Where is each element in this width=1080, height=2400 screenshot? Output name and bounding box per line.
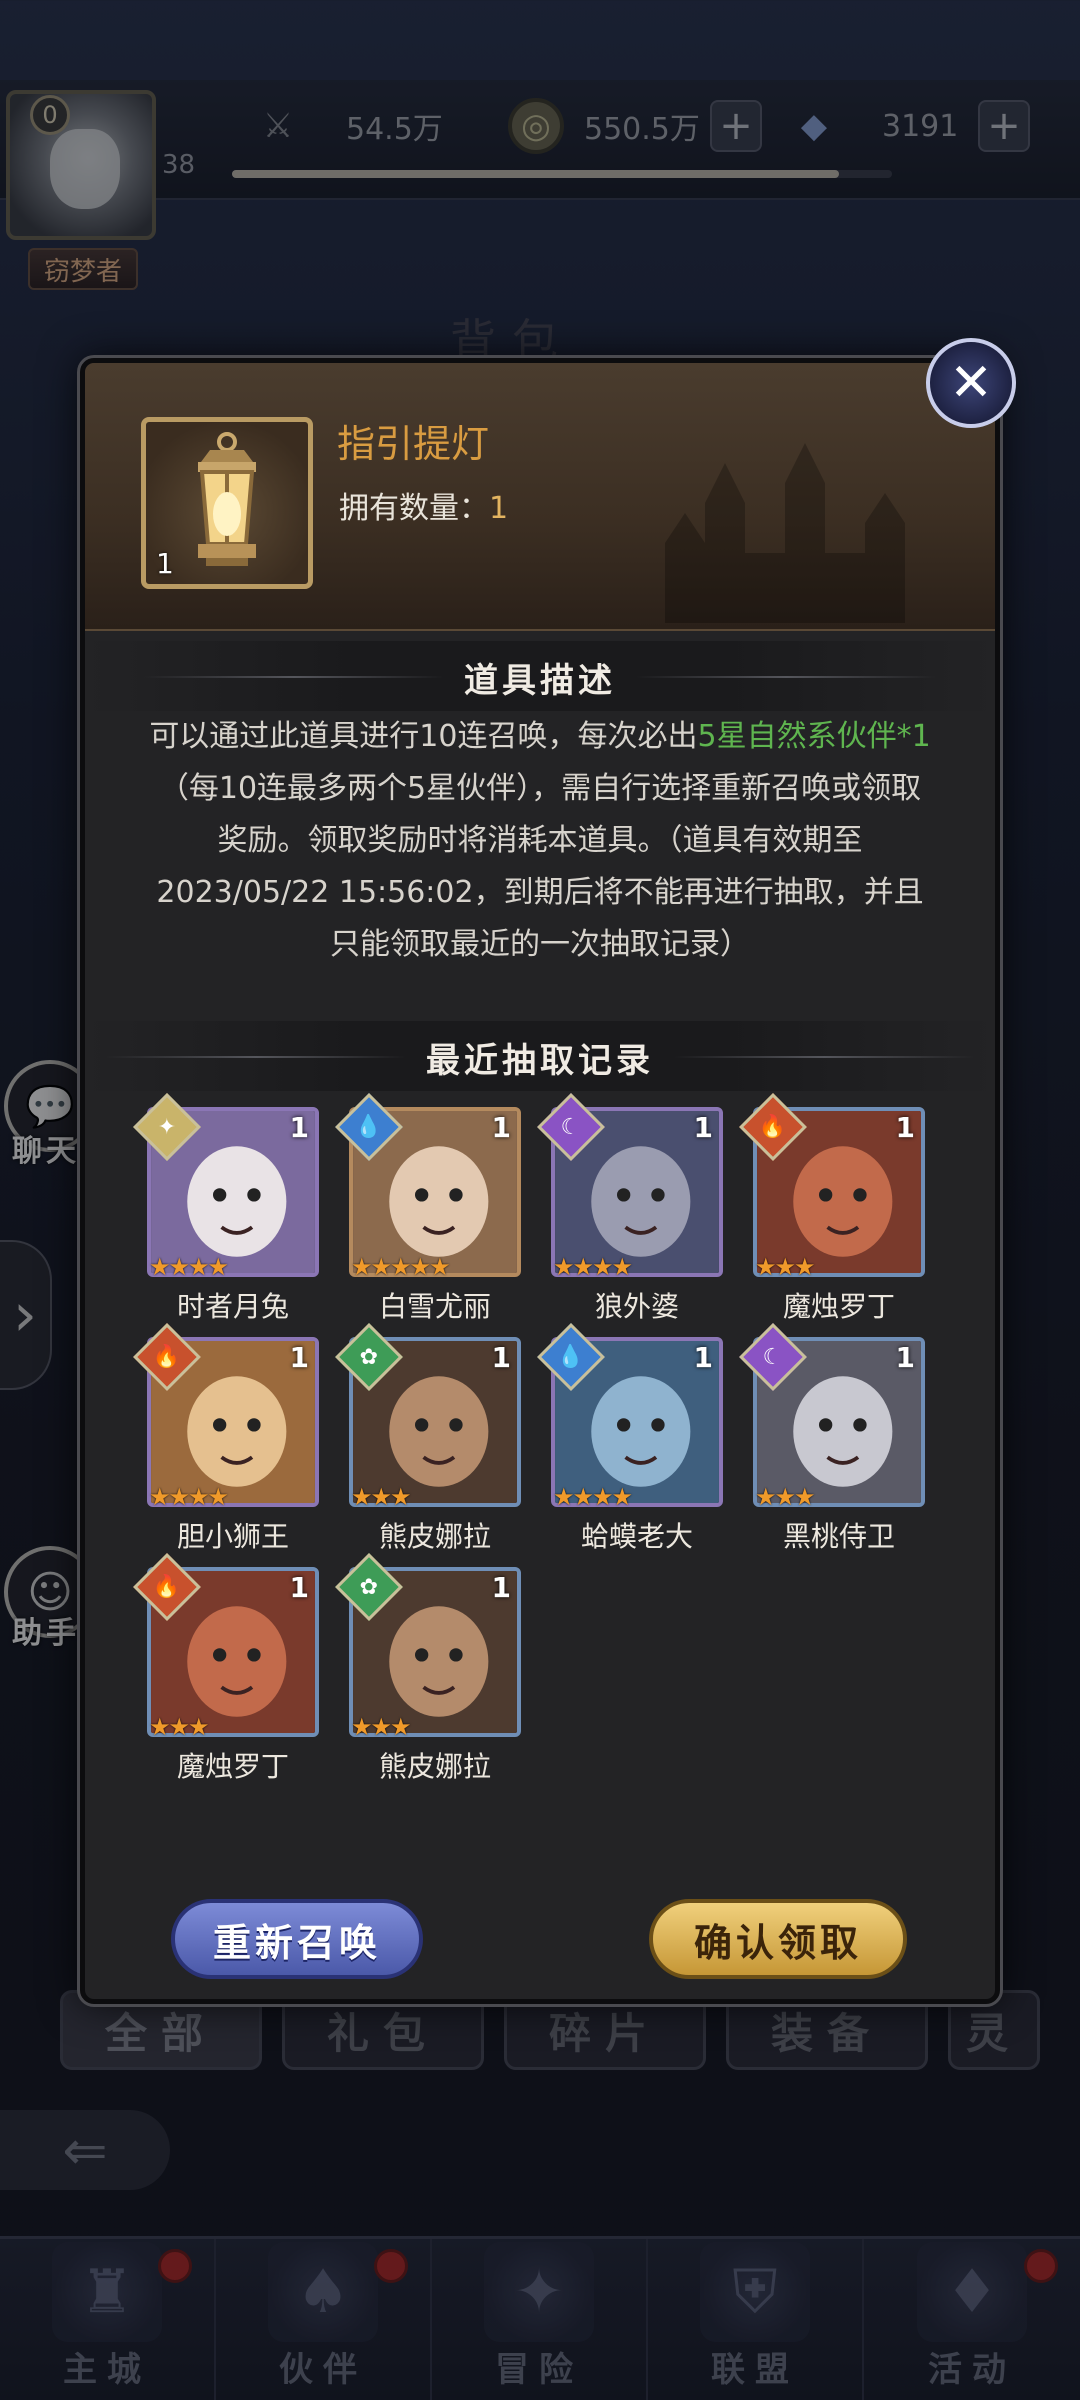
partner-name: 熊皮娜拉 (378, 1750, 491, 1783)
close-icon: ✕ (949, 353, 993, 413)
partner-card[interactable]: ✿ 1 ★★★ 熊皮娜拉 (335, 1323, 521, 1553)
partner-count: 1 (289, 1111, 309, 1144)
partner-name: 狼外婆 (594, 1290, 679, 1323)
partner-count: 1 (693, 1111, 713, 1144)
partner-count: 1 (491, 1341, 511, 1374)
item-description: 可以通过此道具进行10连召唤，每次必出5星自然系伙伴*1 （每10连最多两个5星伙… (145, 711, 935, 971)
star-rating: ★★★★★ (351, 1253, 451, 1281)
confirm-claim-button[interactable]: 确认领取 (649, 1899, 907, 1979)
partner-count: 1 (491, 1111, 511, 1144)
item-stack-count: 1 (156, 547, 174, 580)
desc-highlight: 5星自然系伙伴*1 (697, 719, 931, 754)
star-rating: ★★★★ (553, 1483, 633, 1511)
partner-name: 白雪尤丽 (378, 1290, 491, 1323)
partner-count: 1 (895, 1111, 915, 1144)
partner-name: 时者月兔 (176, 1290, 289, 1323)
desc-text-1: 可以通过此道具进行10连召唤，每次必出 (149, 719, 698, 754)
partner-card[interactable]: 💧 1 ★★★★ 蛤蟆老大 (537, 1323, 723, 1553)
desc-text-2: （每10连最多两个5星伙伴），需自行选择重新召唤或领取奖励。领取奖励时将消耗本道… (156, 771, 924, 962)
records-title-text: 最近抽取记录 (426, 1040, 654, 1081)
partner-card[interactable]: ✦ 1 ★★★★ 时者月兔 (133, 1093, 319, 1323)
partner-card[interactable]: 💧 1 ★★★★★ 白雪尤丽 (335, 1093, 521, 1323)
star-rating: ★★★ (351, 1483, 412, 1511)
partner-count: 1 (895, 1341, 915, 1374)
partner-count: 1 (491, 1571, 511, 1604)
owned-label: 拥有数量： (339, 491, 489, 526)
partner-card[interactable]: ☾ 1 ★★★ 黑桃侍卫 (739, 1323, 925, 1553)
partner-card[interactable]: ✿ 1 ★★★ 熊皮娜拉 (335, 1553, 521, 1783)
partner-name: 魔烛罗丁 (176, 1750, 289, 1783)
partner-name: 蛤蟆老大 (580, 1520, 693, 1553)
item-name: 指引提灯 (337, 422, 490, 466)
star-rating: ★★★ (351, 1713, 412, 1741)
partner-count: 1 (693, 1341, 713, 1374)
star-rating: ★★★ (755, 1483, 816, 1511)
castle-silhouette-icon (665, 443, 905, 623)
partner-card[interactable]: 🔥 1 ★★★ 魔烛罗丁 (133, 1553, 319, 1783)
description-title: 道具描述 (85, 645, 995, 709)
star-rating: ★★★ (755, 1253, 816, 1281)
partner-name: 魔烛罗丁 (782, 1290, 895, 1323)
partner-name: 黑桃侍卫 (782, 1520, 895, 1553)
item-icon-frame: 1 (141, 417, 313, 589)
star-rating: ★★★★ (149, 1253, 229, 1281)
partner-card[interactable]: ☾ 1 ★★★★ 狼外婆 (537, 1093, 723, 1323)
owned-quantity: 拥有数量：1 (339, 483, 508, 527)
draw-records-grid: ✦ 1 ★★★★ 时者月兔 💧 1 ★★★★★ 白雪尤丽 ☾ 1 ★★★★ 狼外婆 🔥 1 ★★★ 魔烛罗丁 🔥… (133, 1093, 947, 1783)
partner-name: 胆小狮王 (176, 1520, 289, 1553)
partner-count: 1 (289, 1341, 309, 1374)
close-button[interactable]: ✕ (926, 338, 1016, 428)
owned-value: 1 (489, 491, 509, 526)
star-rating: ★★★★ (553, 1253, 633, 1281)
records-title: 最近抽取记录 (85, 1025, 995, 1089)
resummon-button[interactable]: 重新召唤 (171, 1899, 423, 1979)
partner-count: 1 (289, 1571, 309, 1604)
partner-card[interactable]: 🔥 1 ★★★★ 胆小狮王 (133, 1323, 319, 1553)
star-rating: ★★★★ (149, 1483, 229, 1511)
partner-name: 熊皮娜拉 (378, 1520, 491, 1553)
star-rating: ★★★ (149, 1713, 210, 1741)
item-header: 1 指引提灯 拥有数量：1 (85, 363, 995, 631)
item-detail-modal: 1 指引提灯 拥有数量：1 道具描述 可以通过此道具进行10连召唤，每次必出5星… (80, 358, 1000, 2004)
partner-card[interactable]: 🔥 1 ★★★ 魔烛罗丁 (739, 1093, 925, 1323)
description-title-text: 道具描述 (464, 660, 616, 701)
